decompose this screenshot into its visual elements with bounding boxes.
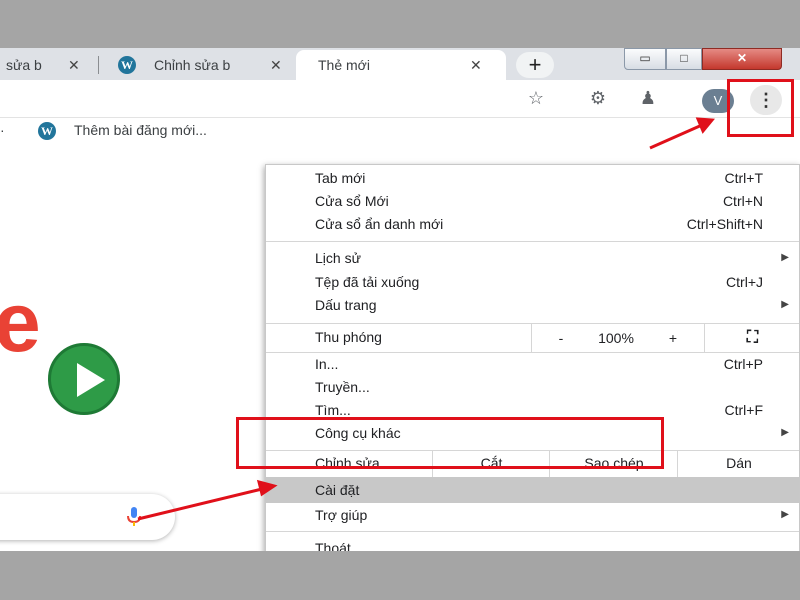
arrow-head xyxy=(256,479,278,497)
arrow-to-settings xyxy=(137,487,263,521)
annotation-arrows xyxy=(137,117,715,521)
arrow-to-menu-button xyxy=(649,123,703,150)
arrow-head xyxy=(695,117,715,134)
